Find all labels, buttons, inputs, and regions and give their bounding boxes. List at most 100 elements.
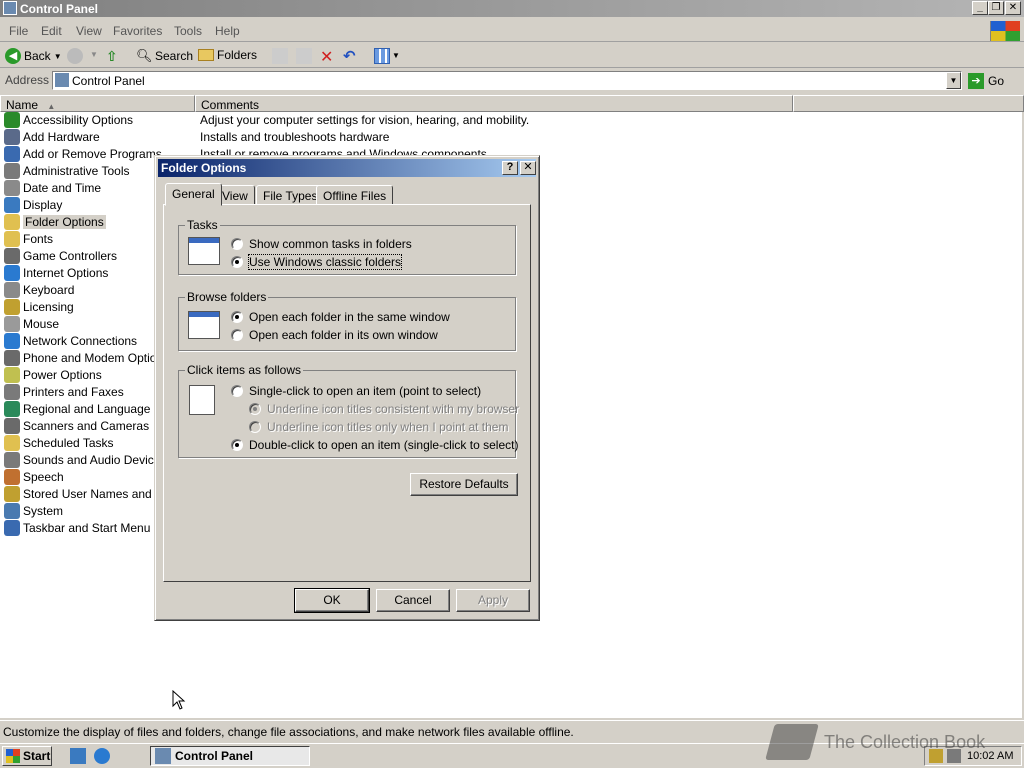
window-titlebar: Control Panel _ ❐ ✕ [0,0,1024,17]
scheduled-tasks-icon [4,435,20,451]
cancel-button[interactable]: Cancel [376,589,450,612]
radio-circle [249,403,261,415]
control-panel-task-icon [155,748,171,764]
views-icon[interactable] [374,48,390,64]
radio-circle [231,385,243,397]
windows-logo-icon [990,21,1020,41]
menu-view[interactable]: View [76,24,102,38]
menu-file[interactable]: File [9,24,28,38]
internet-icon [4,265,20,281]
item-name: Internet Options [23,266,109,280]
system-icon [4,503,20,519]
speaker-icon [4,452,20,468]
add-remove-programs-icon [4,146,20,162]
speech-icon [4,469,20,485]
address-label: Address [5,73,50,87]
up-folder-icon[interactable]: ⇧ [106,48,122,64]
help-button[interactable]: ? [502,161,518,175]
radio-circle [231,311,243,323]
delete-icon[interactable]: ✕ [320,47,336,66]
item-name: Accessibility Options [23,113,134,127]
internet-explorer-icon[interactable] [94,748,110,764]
list-item[interactable]: Add Hardware Installs and troubleshoots h… [0,129,1022,146]
browse-folders-group: Browse folders Open each folder in the s… [178,290,516,351]
general-tab-panel: Tasks Show common tasks in folders Use W… [163,204,531,582]
printer-icon [4,384,20,400]
copy-to-icon[interactable] [296,48,312,64]
add-hardware-icon [4,129,20,145]
own-window-radio[interactable]: Open each folder in its own window [231,328,438,342]
go-arrow-icon: ➔ [968,73,984,89]
forward-arrow-icon[interactable] [67,48,83,64]
folder-options-icon [4,214,20,230]
single-click-radio[interactable]: Single-click to open an item (point to s… [231,384,481,398]
forward-dropdown-icon[interactable]: ▼ [90,50,98,59]
use-classic-folders-radio[interactable]: Use Windows classic folders [231,254,403,270]
column-header-name[interactable]: Name ▲ [0,95,195,112]
globe-icon [4,401,20,417]
radio-label: Use Windows classic folders [247,254,403,270]
apply-button[interactable]: Apply [456,589,530,612]
list-item[interactable]: Accessibility Options Adjust your compute… [0,112,1022,129]
go-button[interactable]: ➔ Go [968,71,1020,91]
fonts-icon [4,231,20,247]
address-dropdown-icon[interactable]: ▼ [946,72,961,89]
radio-label: Open each folder in the same window [249,310,450,324]
menu-tools[interactable]: Tools [174,24,202,38]
views-dropdown-icon[interactable]: ▼ [392,51,400,60]
ok-button[interactable]: OK [294,588,370,613]
undo-icon[interactable]: ↶ [343,47,359,65]
admin-tools-icon [4,163,20,179]
taskbar-item-control-panel[interactable]: Control Panel [150,746,310,766]
item-comment: Adjust your computer settings for vision… [200,113,530,127]
item-name: Keyboard [23,283,75,297]
address-field[interactable]: Control Panel ▼ [52,71,962,90]
dialog-close-button[interactable]: ✕ [520,161,536,175]
phone-icon [4,350,20,366]
window-title: Control Panel [20,2,99,16]
close-button[interactable]: ✕ [1005,1,1021,15]
start-label: Start [23,749,51,763]
menu-edit[interactable]: Edit [41,24,62,38]
toolbar: ◀ Back ▼ ▼ ⇧ 🔍︎ Search Folders ✕ ↶ ▼ [0,43,1024,68]
column-comments-label: Comments [201,98,260,112]
item-name: Sounds and Audio Devices [23,453,167,467]
restore-button[interactable]: ❐ [988,1,1004,15]
item-name: Scanners and Cameras [23,419,150,433]
item-name: Display [23,198,63,212]
show-common-tasks-radio[interactable]: Show common tasks in folders [231,237,412,251]
key-icon [4,486,20,502]
radio-circle [231,439,243,451]
same-window-radio[interactable]: Open each folder in the same window [231,310,450,324]
radio-circle [231,256,243,268]
back-button[interactable]: ◀ Back ▼ [5,48,62,64]
minimize-button[interactable]: _ [972,1,988,15]
start-button[interactable]: Start [2,746,52,766]
click-items-group-label: Click items as follows [185,363,304,377]
item-name: Scheduled Tasks [23,436,114,450]
menu-help[interactable]: Help [215,24,240,38]
tab-general[interactable]: General [165,183,222,206]
double-click-radio[interactable]: Double-click to open an item (single-cli… [231,438,518,452]
book-icon [765,724,819,760]
folders-button[interactable]: Folders [198,48,257,62]
scanner-icon [4,418,20,434]
back-arrow-icon: ◀ [5,48,21,64]
item-name: Mouse [23,317,60,331]
click-items-group: Click items as follows Single-click to o… [178,363,519,458]
show-desktop-icon[interactable] [70,748,86,764]
menu-favorites[interactable]: Favorites [113,24,162,38]
menu-bar: File Edit View Favorites Tools Help [0,20,1024,42]
underline-consistent-radio: Underline icon titles consistent with my… [249,402,519,416]
tab-offline-files[interactable]: Offline Files [316,185,394,205]
column-header-comments[interactable]: Comments [195,95,793,112]
item-name: Speech [23,470,64,484]
tab-file-types[interactable]: File Types [256,185,325,205]
restore-defaults-button[interactable]: Restore Defaults [410,473,518,496]
item-name: Taskbar and Start Menu [23,521,151,535]
item-name-cell: Add Hardware [4,129,194,145]
network-icon [4,333,20,349]
search-button[interactable]: 🔍︎ Search [136,48,193,64]
move-to-icon[interactable] [272,48,288,64]
radio-label: Show common tasks in folders [249,237,412,251]
